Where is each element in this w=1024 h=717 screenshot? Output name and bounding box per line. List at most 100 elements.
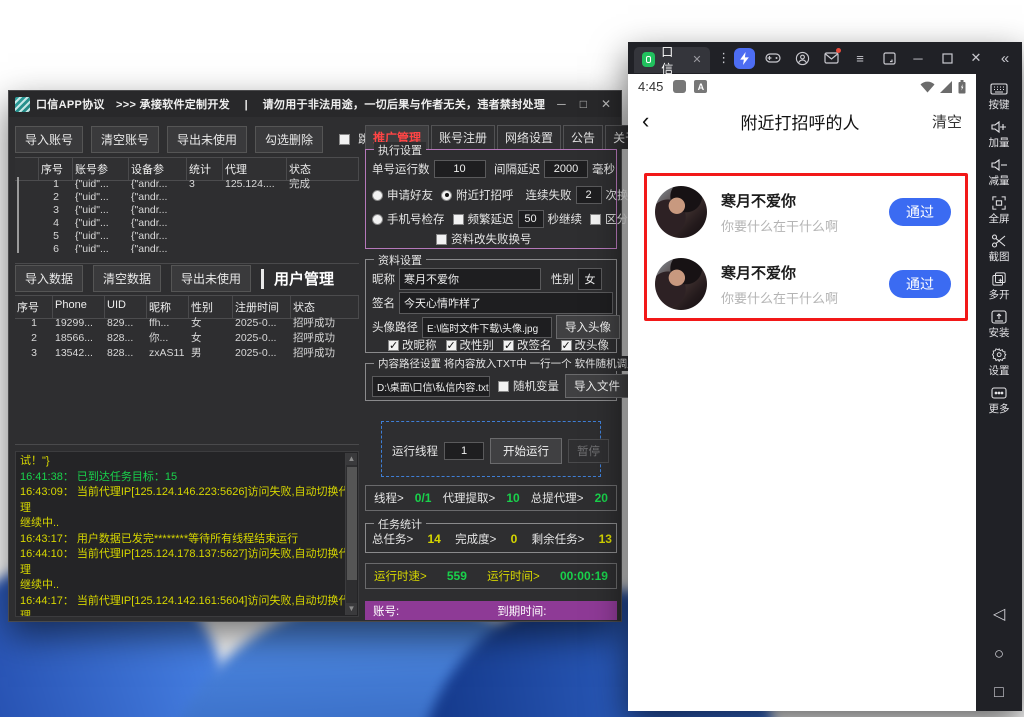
main-app-window: 口信APP协议 >>> 承接软件定制开发 | 请勿用于非法用途，一切后果与作者无… xyxy=(8,90,622,622)
random-var-checkbox[interactable] xyxy=(498,381,509,392)
main-title-bar[interactable]: 口信APP协议 >>> 承接软件定制开发 | 请勿用于非法用途，一切后果与作者无… xyxy=(9,91,621,117)
pause-button[interactable]: 暂停 xyxy=(568,439,609,463)
sidebar-fullscreen[interactable]: 全屏 xyxy=(976,196,1022,226)
greet-list-item[interactable]: 寒月不爱你 你要什么在干什么啊 通过 xyxy=(655,184,957,240)
thread-count-input[interactable]: 1 xyxy=(444,442,484,460)
emulator-title-bar[interactable]: 口信 ✕ ⋮ ≡ ─ xyxy=(628,42,1022,74)
avatar[interactable] xyxy=(655,186,707,238)
clear-all-button[interactable]: 清空 xyxy=(932,111,962,132)
delete-checked-button[interactable]: 勾选删除 xyxy=(255,126,323,153)
user-management-label[interactable]: 用户管理 xyxy=(274,268,334,289)
import-data-button[interactable]: 导入数据 xyxy=(15,265,83,292)
user-table-body[interactable]: 119299...829...ffh...女2025-0...招呼成功 2185… xyxy=(15,315,359,445)
sidebar-volume-up[interactable]: 加量 xyxy=(976,120,1022,150)
row-checkbox[interactable] xyxy=(17,177,19,191)
emu-close-button[interactable]: ✕ xyxy=(965,47,987,69)
start-run-button[interactable]: 开始运行 xyxy=(490,438,562,464)
account-table-body[interactable]: 1{"uid"...{"andr...3125.124....完成 2{"uid… xyxy=(15,177,359,253)
fail-input[interactable]: 2 xyxy=(576,186,602,204)
change-avatar-checkbox[interactable] xyxy=(561,340,572,351)
app-header: ‹ 附近打招呼的人 清空 xyxy=(628,99,976,143)
scroll-thumb[interactable] xyxy=(347,467,357,580)
phone-check-label: 手机号检存 xyxy=(387,211,445,227)
accept-button[interactable]: 通过 xyxy=(889,198,951,226)
gender-filter-checkbox[interactable] xyxy=(590,214,601,225)
emulator-tab[interactable]: 口信 ✕ xyxy=(634,47,710,73)
tab-announce[interactable]: 公告 xyxy=(563,125,603,149)
change-sign-checkbox[interactable] xyxy=(503,340,514,351)
message-icon[interactable] xyxy=(820,47,842,69)
back-icon[interactable]: ‹ xyxy=(642,108,668,134)
import-file-button[interactable]: 导入文件 xyxy=(565,374,629,398)
row-checkbox[interactable] xyxy=(17,203,19,217)
android-home-button[interactable]: ○ xyxy=(976,644,1022,664)
nickname-input[interactable]: 寒月不爱你 xyxy=(399,268,541,290)
delay-input[interactable]: 2000 xyxy=(544,160,588,178)
battery-icon xyxy=(958,80,966,94)
clear-data-button[interactable]: 清空数据 xyxy=(93,265,161,292)
expire-label: 到期时间: xyxy=(497,603,546,619)
import-avatar-button[interactable]: 导入头像 xyxy=(556,315,620,339)
apply-friend-label: 申请好友 xyxy=(387,187,433,203)
delay-unit: 毫秒 xyxy=(592,161,615,177)
android-recents-button[interactable]: □ xyxy=(976,684,1022,702)
greet-list-item[interactable]: 寒月不爱你 你要什么在干什么啊 通过 xyxy=(655,256,957,312)
tab-close-icon[interactable]: ✕ xyxy=(692,53,701,66)
gamepad-icon[interactable] xyxy=(762,47,784,69)
emulator-window: 口信 ✕ ⋮ ≡ ─ xyxy=(628,42,1022,711)
clear-accounts-button[interactable]: 清空账号 xyxy=(91,126,159,153)
skip-used-checkbox[interactable] xyxy=(339,134,350,145)
emu-minimize-button[interactable]: ─ xyxy=(907,47,929,69)
user-message: 你要什么在干什么啊 xyxy=(721,216,889,235)
phone-check-radio[interactable] xyxy=(372,214,383,225)
android-back-button[interactable]: ◁ xyxy=(976,604,1022,624)
account-icon[interactable] xyxy=(791,47,813,69)
sidebar-multi-instance[interactable]: 多开 xyxy=(976,272,1022,302)
freq-delay-label: 频繁延迟 xyxy=(468,211,514,227)
change-nick-checkbox[interactable] xyxy=(388,340,399,351)
log-panel[interactable]: 试！"} 16:41:38： 已到达任务目标：15 16:43:09： 当前代理… xyxy=(15,451,359,617)
boost-icon[interactable] xyxy=(734,48,755,69)
scroll-up-icon[interactable]: ▲ xyxy=(346,453,357,465)
row-checkbox[interactable] xyxy=(17,229,19,243)
page-title: 附近打招呼的人 xyxy=(668,109,932,134)
popout-icon[interactable] xyxy=(878,47,900,69)
close-button[interactable]: ✕ xyxy=(601,97,611,111)
sidebar-screenshot[interactable]: 截图 xyxy=(976,234,1022,264)
sidebar-keyboard[interactable]: 按键 xyxy=(976,82,1022,112)
tab-register[interactable]: 账号注册 xyxy=(431,125,495,149)
freq-delay-checkbox[interactable] xyxy=(453,214,464,225)
scroll-down-icon[interactable]: ▼ xyxy=(346,603,357,615)
sidebar-more[interactable]: 更多 xyxy=(976,386,1022,416)
emu-maximize-button[interactable] xyxy=(936,47,958,69)
row-checkbox[interactable] xyxy=(17,242,19,254)
tab-network[interactable]: 网络设置 xyxy=(497,125,561,149)
speed-stats-box: 运行时速> 559 运行时间> 00:00:19 xyxy=(365,563,617,589)
export-unused-data-button[interactable]: 导出未使用 xyxy=(171,265,251,292)
change-gender-checkbox[interactable] xyxy=(446,340,457,351)
single-run-input[interactable]: 10 xyxy=(434,160,486,178)
sidebar-settings[interactable]: 设置 xyxy=(976,348,1022,378)
freq-delay-input[interactable]: 50 xyxy=(518,210,544,228)
maximize-button[interactable]: □ xyxy=(580,97,587,111)
signature-input[interactable]: 今天心情咋样了 xyxy=(399,292,613,314)
row-checkbox[interactable] xyxy=(17,190,19,204)
menu-icon[interactable]: ≡ xyxy=(849,47,871,69)
gender-input[interactable]: 女 xyxy=(578,268,602,290)
apply-friend-radio[interactable] xyxy=(372,190,383,201)
sidebar-volume-down[interactable]: 减量 xyxy=(976,158,1022,188)
sidebar-apk-install[interactable]: 安装 xyxy=(976,310,1022,340)
content-path-input[interactable]: D:\桌面\口信\私信内容.txt xyxy=(372,376,490,397)
import-accounts-button[interactable]: 导入账号 xyxy=(15,126,83,153)
row-checkbox[interactable] xyxy=(17,216,19,230)
nearby-greet-radio[interactable] xyxy=(441,190,452,201)
avatar-path-input[interactable]: E:\临时文件下载\头像.jpg xyxy=(422,317,552,338)
avatar[interactable] xyxy=(655,258,707,310)
export-unused-button[interactable]: 导出未使用 xyxy=(167,126,247,153)
tab-menu-icon[interactable]: ⋮ xyxy=(714,47,734,69)
profile-fail-checkbox[interactable] xyxy=(436,234,447,245)
accept-button[interactable]: 通过 xyxy=(889,270,951,298)
collapse-sidebar-icon[interactable]: « xyxy=(994,47,1016,69)
minimize-button[interactable]: ─ xyxy=(557,97,566,111)
log-scrollbar[interactable]: ▲ ▼ xyxy=(345,453,357,615)
